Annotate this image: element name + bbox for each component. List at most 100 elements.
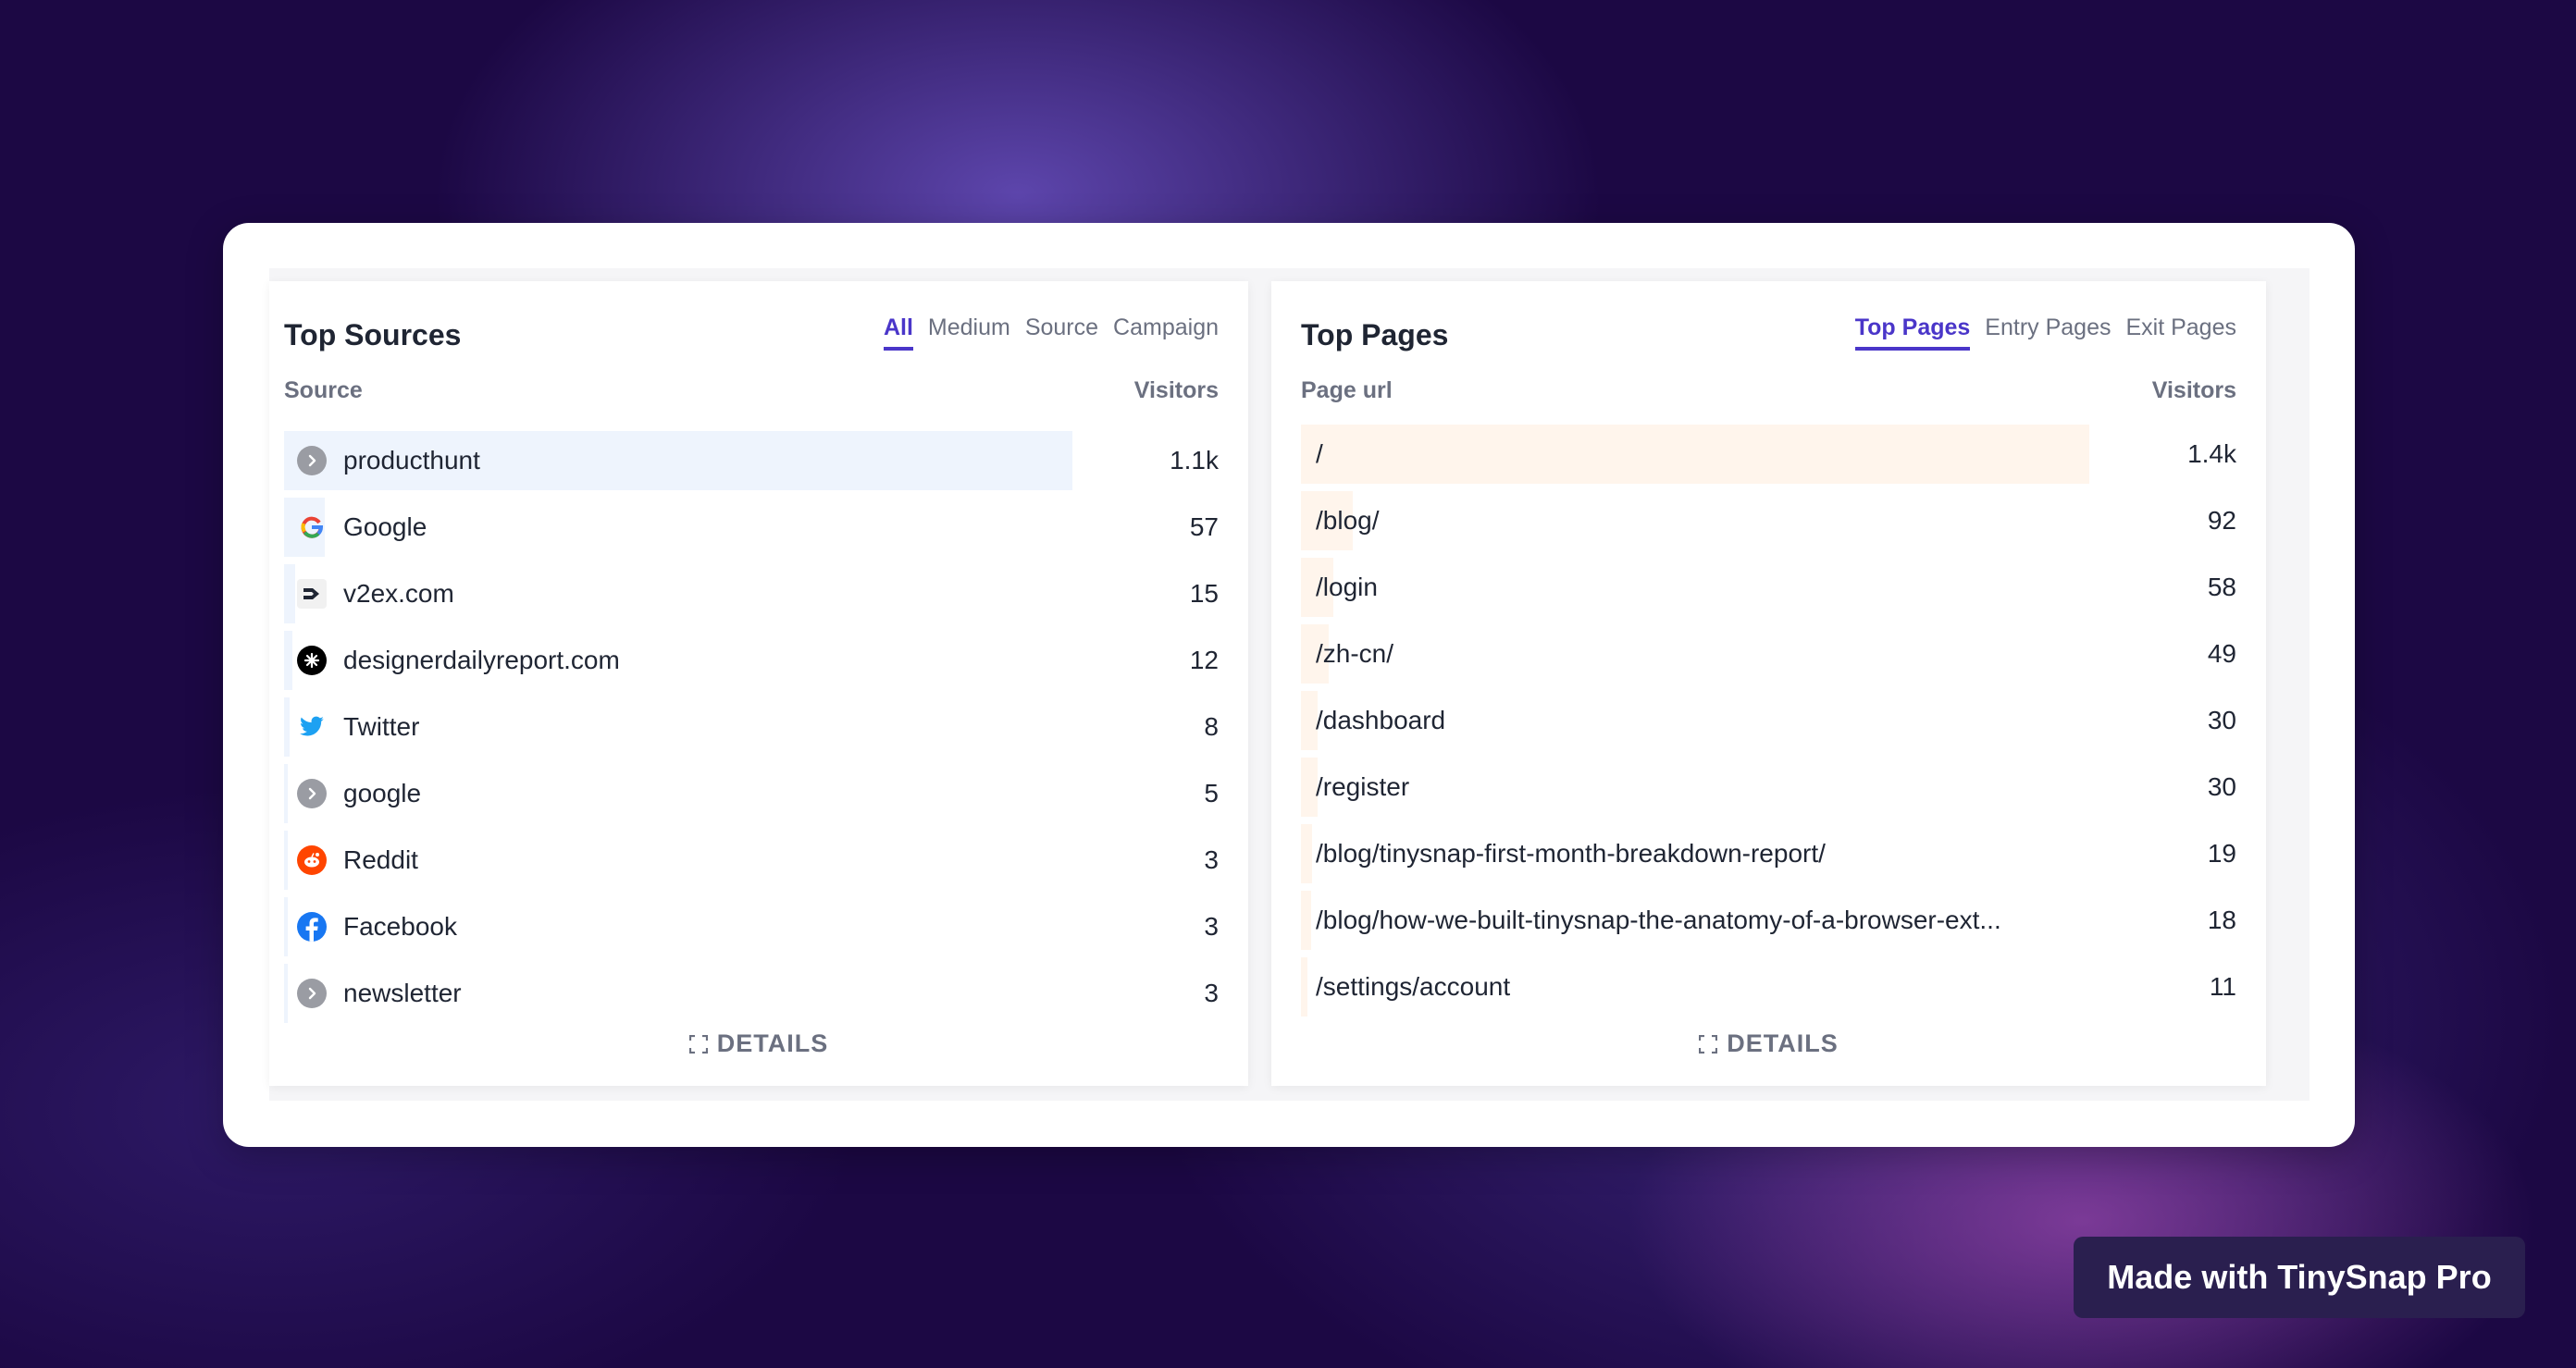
visitors-column-header: Visitors	[2151, 377, 2236, 403]
chevron-right-icon	[297, 446, 327, 475]
page-row[interactable]: /blog/how-we-built-tinysnap-the-anatomy-…	[1301, 887, 2236, 954]
page-row[interactable]: /login 58	[1301, 554, 2236, 621]
source-label: designerdailyreport.com	[343, 646, 620, 674]
visitors-count: 12	[1189, 646, 1219, 674]
details-label: DETAILS	[1727, 1029, 1839, 1057]
dashboard-area: Top Sources All Medium Source Campaign S…	[269, 268, 2310, 1101]
page-row[interactable]: /dashboard 30	[1301, 687, 2236, 754]
visitors-count: 1.1k	[1170, 446, 1219, 474]
google-icon	[297, 512, 327, 542]
visitors-count: 8	[1204, 712, 1219, 741]
visitor-share-bar	[1301, 425, 2089, 484]
top-sources-details-button[interactable]: DETAILS	[269, 1029, 1248, 1058]
tab-campaign[interactable]: Campaign	[1113, 314, 1219, 351]
source-label: producthunt	[343, 446, 480, 474]
visitor-share-bar	[284, 764, 288, 823]
page-url: /zh-cn/	[1316, 639, 1394, 668]
page-row[interactable]: /blog/tinysnap-first-month-breakdown-rep…	[1301, 820, 2236, 887]
page-row[interactable]: /zh-cn/ 49	[1301, 621, 2236, 687]
visitor-share-bar	[284, 697, 290, 757]
page-row[interactable]: /blog/ 92	[1301, 487, 2236, 554]
page-url: /blog/tinysnap-first-month-breakdown-rep…	[1316, 839, 1826, 868]
v2ex-icon	[297, 579, 327, 609]
tab-medium[interactable]: Medium	[928, 314, 1010, 351]
tab-entry-pages[interactable]: Entry Pages	[1985, 314, 2111, 351]
tab-top-pages[interactable]: Top Pages	[1854, 314, 1971, 351]
visitors-count: 19	[2207, 839, 2236, 868]
visitors-count: 92	[2207, 506, 2236, 535]
source-label: v2ex.com	[343, 579, 454, 608]
source-label: Reddit	[343, 845, 418, 874]
visitors-count: 3	[1204, 845, 1219, 874]
source-label: newsletter	[343, 979, 462, 1007]
page-url: /blog/	[1316, 506, 1380, 535]
visitors-count: 57	[1189, 512, 1219, 541]
visitor-share-bar	[1301, 891, 1311, 950]
visitor-share-bar	[284, 831, 288, 890]
visitors-count: 1.4k	[2187, 439, 2236, 468]
top-sources-title: Top Sources	[284, 318, 462, 351]
tab-exit-pages[interactable]: Exit Pages	[2125, 314, 2236, 351]
source-column-header: Source	[284, 377, 363, 403]
twitter-icon	[297, 712, 327, 742]
visitor-share-bar	[284, 897, 288, 956]
source-row-newsletter[interactable]: newsletter 3	[284, 960, 1219, 1027]
source-label: google	[343, 779, 422, 807]
chevron-right-icon	[297, 979, 327, 1008]
visitors-count: 15	[1189, 579, 1219, 608]
tab-source[interactable]: Source	[1025, 314, 1098, 351]
visitors-count: 58	[2207, 573, 2236, 601]
visitor-share-bar	[1301, 824, 1312, 883]
source-row-designerdailyreport[interactable]: designerdailyreport.com 12	[284, 627, 1219, 694]
visitors-count: 3	[1204, 979, 1219, 1007]
visitors-count: 5	[1204, 779, 1219, 807]
page-url: /login	[1316, 573, 1378, 601]
screenshot-card: Top Sources All Medium Source Campaign S…	[223, 223, 2355, 1147]
page-url: /register	[1316, 772, 1410, 801]
visitors-count: 18	[2207, 906, 2236, 934]
visitors-count: 3	[1204, 912, 1219, 941]
visitor-share-bar	[284, 631, 292, 690]
visitor-share-bar	[1301, 957, 1307, 1017]
source-row-reddit[interactable]: Reddit 3	[284, 827, 1219, 894]
top-sources-panel: Top Sources All Medium Source Campaign S…	[269, 281, 1248, 1086]
source-row-v2ex[interactable]: v2ex.com 15	[284, 561, 1219, 627]
made-with-tinysnap-badge[interactable]: Made with TinySnap Pro	[2074, 1237, 2525, 1318]
top-pages-tabs: Top Pages Entry Pages Exit Pages	[1854, 314, 2236, 351]
visitor-share-bar	[284, 964, 288, 1023]
top-pages-title: Top Pages	[1301, 318, 1449, 351]
expand-icon	[688, 1031, 708, 1054]
page-url: /	[1316, 439, 1323, 468]
page-row[interactable]: /register 30	[1301, 754, 2236, 820]
details-label: DETAILS	[716, 1029, 829, 1057]
top-sources-tabs: All Medium Source Campaign	[883, 314, 1219, 351]
sources-list: producthunt 1.1k Google 57 v2ex.com 15 d…	[284, 427, 1219, 1027]
source-row-google-lowercase[interactable]: google 5	[284, 760, 1219, 827]
source-row-producthunt[interactable]: producthunt 1.1k	[284, 427, 1219, 494]
top-pages-details-button[interactable]: DETAILS	[1271, 1029, 2266, 1058]
designer-daily-icon	[297, 646, 327, 675]
source-row-facebook[interactable]: Facebook 3	[284, 894, 1219, 960]
chevron-right-icon	[297, 779, 327, 808]
page-row[interactable]: / 1.4k	[1301, 421, 2236, 487]
source-label: Facebook	[343, 912, 457, 941]
source-label: Google	[343, 512, 427, 541]
visitors-count: 11	[2209, 972, 2236, 1001]
visitors-column-header: Visitors	[1133, 377, 1219, 403]
pages-list: / 1.4k /blog/ 92 /login 58 /zh-cn/ 49 /d…	[1301, 421, 2236, 1020]
source-row-twitter[interactable]: Twitter 8	[284, 694, 1219, 760]
visitor-share-bar	[284, 564, 295, 623]
visitors-count: 30	[2207, 706, 2236, 734]
source-label: Twitter	[343, 712, 420, 741]
visitors-count: 49	[2207, 639, 2236, 668]
facebook-icon	[297, 912, 327, 942]
page-url-column-header: Page url	[1301, 377, 1393, 403]
source-row-google[interactable]: Google 57	[284, 494, 1219, 561]
visitors-count: 30	[2207, 772, 2236, 801]
page-url: /settings/account	[1316, 972, 1511, 1001]
page-url: /dashboard	[1316, 706, 1446, 734]
page-row[interactable]: /settings/account 11	[1301, 954, 2236, 1020]
page-url: /blog/how-we-built-tinysnap-the-anatomy-…	[1316, 906, 2001, 934]
top-pages-panel: Top Pages Top Pages Entry Pages Exit Pag…	[1271, 281, 2266, 1086]
tab-all[interactable]: All	[883, 314, 913, 351]
